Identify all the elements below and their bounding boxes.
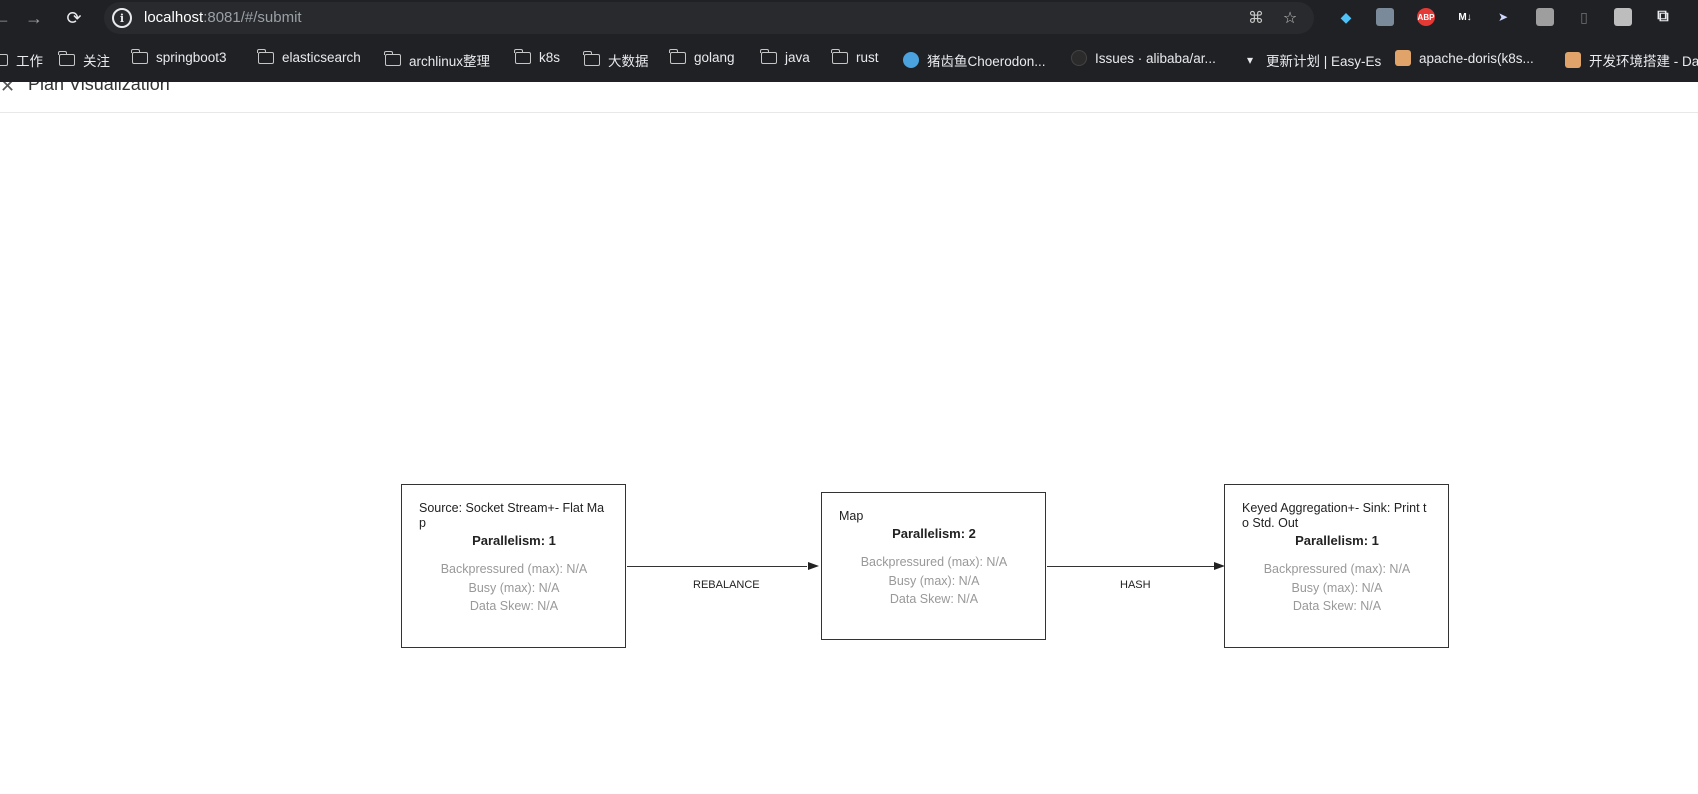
bookmark-github-issues[interactable]: Issues · alibaba/ar...: [1071, 50, 1216, 66]
node-busy: Busy (max): N/A: [888, 573, 980, 588]
node-parallelism: Parallelism: 2: [892, 526, 976, 541]
extension-bookmark-icon[interactable]: ▯: [1575, 8, 1593, 26]
bookmark-k8s[interactable]: k8s: [514, 48, 561, 65]
bookmarks-bar: 工作 关注 springboot3 elasticsearch archlinu…: [0, 36, 1698, 82]
bookmark-label: 大数据: [608, 54, 649, 69]
extension-briefcase-icon[interactable]: [1536, 8, 1554, 26]
folder-icon: [583, 51, 600, 66]
bookmark-label: rust: [856, 50, 879, 65]
bookmark-follow[interactable]: 关注: [58, 50, 110, 70]
back-icon[interactable]: ←: [0, 6, 14, 30]
close-icon[interactable]: ✕: [0, 82, 15, 97]
bookmark-choerodon[interactable]: 猪齿鱼Choerodon...: [903, 50, 1046, 70]
folder-icon: [514, 48, 531, 64]
bookmark-golang[interactable]: golang: [669, 48, 735, 65]
bookmark-label: 开发环境搭建 - Da: [1589, 54, 1698, 69]
url-text[interactable]: localhost:8081/#/submit: [144, 9, 302, 26]
bookmark-springboot3[interactable]: springboot3: [131, 48, 227, 65]
bookmark-dev-env[interactable]: 开发环境搭建 - Da: [1565, 50, 1698, 70]
plan-header: ✕ Plan Visualization: [0, 82, 1698, 113]
node-data-skew: Data Skew: N/A: [469, 599, 559, 613]
folder-icon: [257, 48, 274, 64]
plan-node-source[interactable]: Source: Socket Stream+- Flat Map Paralle…: [401, 484, 626, 648]
node-data-skew: Data Skew: N/A: [889, 592, 979, 606]
avatar-icon: [1395, 50, 1411, 66]
easy-es-icon: ▾: [1242, 52, 1258, 68]
node-busy: Busy (max): N/A: [1291, 580, 1383, 595]
bookmark-label: archlinux整理: [409, 54, 491, 69]
reload-icon[interactable]: ⟳: [62, 6, 86, 30]
bookmark-archlinux[interactable]: archlinux整理: [384, 50, 491, 70]
extension-diamond-icon[interactable]: ◆: [1337, 8, 1355, 26]
url-path: :8081/#/submit: [203, 9, 302, 26]
bookmark-label: apache-doris(k8s...: [1419, 50, 1534, 66]
node-backpressured: Backpressured (max): N/A: [860, 555, 1008, 569]
node-name: Map: [839, 509, 864, 523]
folder-icon: [58, 51, 75, 66]
node-parallelism: Parallelism: 1: [472, 533, 556, 548]
folder-icon: [131, 48, 148, 64]
avatar-icon: [1565, 52, 1581, 68]
bookmark-label: java: [785, 50, 810, 65]
extensions-puzzle-icon[interactable]: ⧉: [1654, 8, 1672, 26]
node-backpressured: Backpressured (max): N/A: [1263, 562, 1411, 576]
plan-node-map[interactable]: Map Parallelism: 2 Backpressured (max): …: [821, 492, 1046, 640]
bookmark-label: Issues · alibaba/ar...: [1095, 50, 1216, 66]
bookmark-java[interactable]: java: [760, 48, 810, 65]
site-info-icon[interactable]: i: [112, 8, 132, 28]
node-parallelism: Parallelism: 1: [1295, 533, 1379, 548]
node-data-skew: Data Skew: N/A: [1292, 599, 1382, 613]
edge-arrow-icon: [808, 562, 819, 570]
edge-line-hash: [1047, 566, 1214, 567]
folder-icon: [384, 51, 401, 66]
node-name: Source: Socket Stream+- Flat Map: [419, 501, 605, 530]
page-title: Plan Visualization: [28, 82, 170, 94]
address-bar[interactable]: i localhost:8081/#/submit ⌘ ☆: [104, 2, 1314, 34]
extension-image-icon[interactable]: [1376, 8, 1394, 26]
github-icon: [1071, 50, 1087, 66]
translate-icon[interactable]: ⌘: [1246, 8, 1266, 28]
bookmark-rust[interactable]: rust: [831, 48, 879, 65]
bookmark-elasticsearch[interactable]: elasticsearch: [257, 48, 361, 65]
bookmark-label: golang: [694, 50, 735, 65]
bookmark-label: elasticsearch: [282, 50, 361, 65]
forward-icon[interactable]: →: [22, 6, 46, 30]
bookmark-label: 更新计划 | Easy-Es: [1266, 54, 1382, 69]
browser-toolbar: ← → ⟳ i localhost:8081/#/submit ⌘ ☆ ◆ AB…: [0, 0, 1698, 36]
edge-line-rebalance: [627, 566, 807, 567]
extension-markdown-icon[interactable]: M↓: [1456, 8, 1474, 26]
extension-rss-icon[interactable]: [1614, 8, 1632, 26]
node-name: Keyed Aggregation+- Sink: Print to Std. …: [1242, 501, 1427, 530]
bookmark-easy-es[interactable]: ▾ 更新计划 | Easy-Es: [1242, 50, 1381, 70]
edge-label-hash: HASH: [1120, 579, 1151, 591]
bookmark-label: 关注: [83, 54, 110, 69]
edge-label-rebalance: REBALANCE: [693, 579, 760, 591]
bookmark-label: 猪齿鱼Choerodon...: [927, 54, 1046, 69]
folder-icon: [669, 48, 686, 64]
bookmark-bigdata[interactable]: 大数据: [583, 50, 649, 70]
plan-node-sink[interactable]: Keyed Aggregation+- Sink: Print to Std. …: [1224, 484, 1449, 648]
bookmark-label: k8s: [539, 50, 561, 65]
extension-adblock-icon[interactable]: ABP: [1417, 8, 1435, 26]
folder-icon: [831, 48, 848, 64]
url-host: localhost: [144, 9, 204, 26]
node-busy: Busy (max): N/A: [468, 580, 560, 595]
node-backpressured: Backpressured (max): N/A: [440, 562, 588, 576]
bookmark-label: springboot3: [156, 50, 227, 65]
bookmark-label: 工作: [16, 54, 43, 69]
bookmark-apache-doris[interactable]: apache-doris(k8s...: [1395, 50, 1534, 66]
extension-cursor-icon[interactable]: ➤: [1494, 8, 1512, 26]
folder-icon: [760, 48, 777, 64]
fish-icon: [903, 52, 919, 68]
bookmark-star-icon[interactable]: ☆: [1280, 8, 1300, 28]
bookmark-work[interactable]: 工作: [0, 50, 43, 70]
folder-icon: [0, 51, 8, 66]
